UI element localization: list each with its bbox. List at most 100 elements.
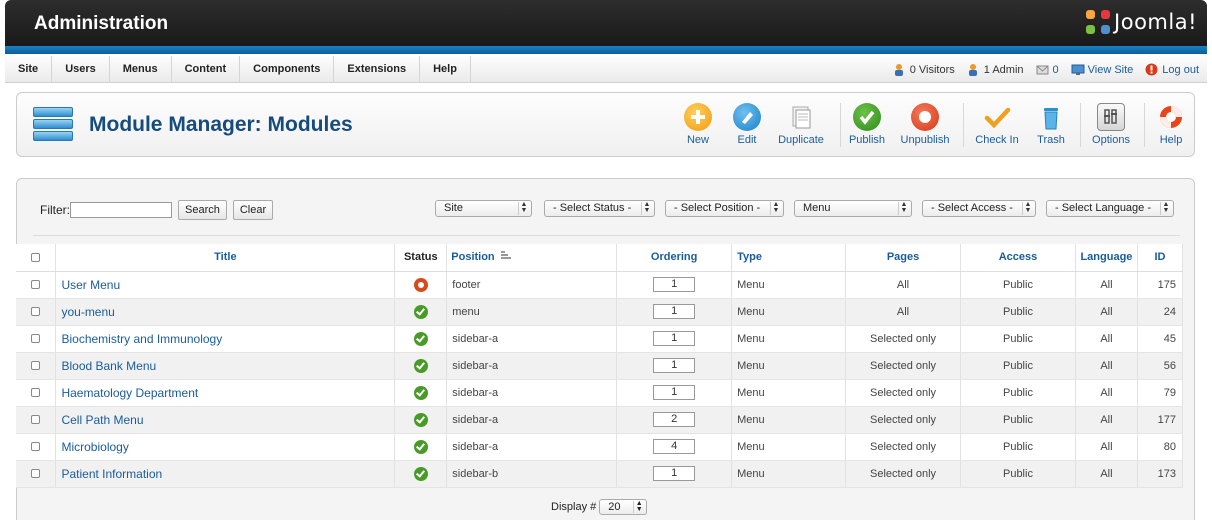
row-select-cell[interactable] — [16, 271, 57, 299]
type-select[interactable]: Menu ▲ ▼ — [794, 200, 912, 217]
row-checkbox[interactable] — [31, 307, 41, 316]
table-row[interactable]: Haematology Department sidebar-a 1 Menu Sele… — [16, 379, 1184, 407]
select-all-cell[interactable] — [16, 244, 57, 272]
row-select-cell[interactable] — [16, 460, 57, 488]
published-icon[interactable] — [413, 439, 428, 454]
monitor-icon — [1071, 63, 1085, 76]
row-checkbox[interactable] — [31, 469, 41, 478]
checkin-button[interactable]: Check In — [972, 103, 1022, 146]
status-cell[interactable] — [394, 460, 448, 488]
row-select-cell[interactable] — [16, 325, 57, 353]
published-icon[interactable] — [413, 412, 428, 427]
table-row[interactable]: Cell Path Menu sidebar-a 2 Menu Selected onl… — [16, 406, 1184, 434]
column-title[interactable]: Title — [55, 244, 396, 272]
options-button[interactable]: Options — [1089, 103, 1133, 146]
status-cell[interactable] — [394, 298, 448, 326]
ordering-input[interactable]: 1 — [653, 277, 696, 292]
status-cell[interactable] — [394, 271, 448, 299]
status-cell[interactable] — [394, 325, 448, 353]
status-cell[interactable] — [394, 379, 448, 407]
published-icon[interactable] — [413, 331, 428, 346]
module-title-link[interactable]: Haematology Department — [55, 379, 396, 407]
search-button[interactable]: Search — [178, 200, 227, 220]
messages-status[interactable]: 0 — [1036, 63, 1059, 76]
ordering-input[interactable]: 1 — [653, 358, 696, 373]
new-button[interactable]: New — [680, 103, 716, 146]
status-cell[interactable] — [394, 406, 448, 434]
module-title-link[interactable]: Patient Information — [55, 460, 396, 488]
view-site-link[interactable]: View Site — [1071, 63, 1133, 76]
menu-users[interactable]: Users — [52, 55, 110, 83]
column-id[interactable]: ID — [1137, 244, 1184, 272]
table-row[interactable]: Blood Bank Menu sidebar-a 1 Menu Selected on… — [16, 352, 1184, 380]
ordering-input[interactable]: 2 — [653, 412, 696, 427]
module-title-link[interactable]: Cell Path Menu — [55, 406, 396, 434]
row-checkbox[interactable] — [31, 388, 41, 397]
published-icon[interactable] — [413, 304, 428, 319]
menu-site[interactable]: Site — [5, 55, 53, 83]
main-menu: Site Users Menus Content Components Exte… — [5, 55, 1207, 83]
table-row[interactable]: Patient Information sidebar-b 1 Menu Selecte… — [16, 460, 1184, 488]
position-select[interactable]: - Select Position - ▲ ▼ — [665, 200, 784, 217]
menu-extensions[interactable]: Extensions — [334, 55, 421, 83]
table-row[interactable]: Microbiology sidebar-a 4 Menu Selected only P… — [16, 433, 1184, 461]
row-checkbox[interactable] — [31, 280, 41, 289]
column-pages[interactable]: Pages — [845, 244, 961, 272]
help-button[interactable]: Help — [1154, 103, 1188, 146]
table-row[interactable]: you-menu menu 1 Menu All Public All 24 — [16, 298, 1184, 326]
client-select[interactable]: Site ▲ ▼ — [435, 200, 532, 217]
language-select[interactable]: - Select Language - ▲ ▼ — [1046, 200, 1174, 217]
row-checkbox[interactable] — [31, 361, 41, 370]
edit-button[interactable]: Edit — [729, 103, 765, 146]
logout-link[interactable]: Log out — [1145, 63, 1199, 76]
select-all-checkbox[interactable] — [31, 252, 41, 262]
menu-help[interactable]: Help — [420, 55, 471, 83]
status-cell[interactable] — [394, 433, 448, 461]
module-title-link[interactable]: you-menu — [55, 298, 396, 326]
access-select[interactable]: - Select Access - ▲ ▼ — [922, 200, 1036, 217]
row-checkbox[interactable] — [31, 442, 41, 451]
ordering-input[interactable]: 1 — [653, 304, 696, 319]
column-language[interactable]: Language — [1075, 244, 1138, 272]
clear-button[interactable]: Clear — [232, 200, 274, 220]
publish-button[interactable]: Publish — [847, 103, 887, 146]
menu-menus[interactable]: Menus — [110, 55, 172, 83]
column-ordering[interactable]: Ordering — [616, 244, 733, 272]
menu-components[interactable]: Components — [240, 55, 335, 83]
published-icon[interactable] — [413, 358, 428, 373]
table-row[interactable]: Biochemistry and Immunology sidebar-a 1 Men… — [16, 325, 1184, 353]
row-checkbox[interactable] — [31, 415, 41, 424]
trash-button[interactable]: Trash — [1032, 103, 1070, 146]
ordering-input[interactable]: 1 — [653, 385, 696, 400]
ordering-input[interactable]: 1 — [653, 331, 696, 346]
header-title: Administration — [34, 13, 169, 34]
published-icon[interactable] — [413, 385, 428, 400]
row-select-cell[interactable] — [16, 298, 57, 326]
filter-input[interactable] — [70, 202, 172, 218]
unpublish-button[interactable]: Unpublish — [899, 103, 951, 146]
module-title-link[interactable]: Biochemistry and Immunology — [55, 325, 396, 353]
row-checkbox[interactable] — [31, 334, 41, 343]
menu-content[interactable]: Content — [172, 55, 241, 83]
module-title-link[interactable]: User Menu — [55, 271, 396, 299]
row-select-cell[interactable] — [16, 406, 57, 434]
column-status[interactable]: Status — [394, 244, 448, 272]
module-title-link[interactable]: Microbiology — [55, 433, 396, 461]
row-select-cell[interactable] — [16, 433, 57, 461]
column-position[interactable]: Position — [446, 244, 618, 272]
table-row[interactable]: User Menu footer 1 Menu All Public All 175 — [16, 271, 1184, 299]
column-access[interactable]: Access — [960, 244, 1076, 272]
column-type[interactable]: Type — [731, 244, 847, 272]
row-select-cell[interactable] — [16, 352, 57, 380]
status-cell[interactable] — [394, 352, 448, 380]
ordering-input[interactable]: 1 — [653, 466, 696, 481]
row-select-cell[interactable] — [16, 379, 57, 407]
status-select[interactable]: - Select Status - ▲ ▼ — [544, 200, 655, 217]
published-icon[interactable] — [413, 466, 428, 481]
module-title-link[interactable]: Blood Bank Menu — [55, 352, 396, 380]
ordering-input[interactable]: 4 — [653, 439, 696, 454]
joomla-logo[interactable]: Joomla! — [1086, 10, 1197, 34]
display-limit-select[interactable]: 20 ▲ ▼ — [599, 499, 648, 515]
unpublished-icon[interactable] — [413, 277, 428, 292]
duplicate-button[interactable]: Duplicate — [775, 103, 827, 146]
